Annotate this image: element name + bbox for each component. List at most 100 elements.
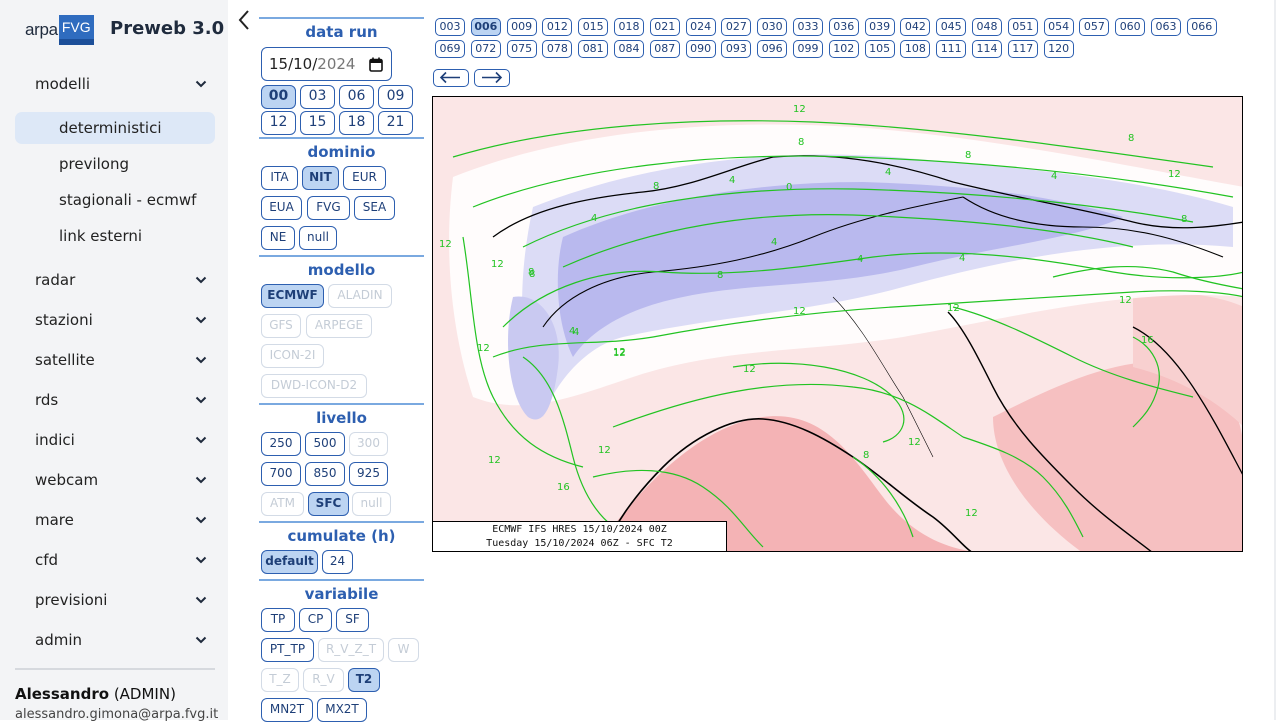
calendar-icon[interactable] [369,57,383,72]
forecast-hour-021[interactable]: 021 [649,18,680,36]
collapse-sidebar-icon[interactable] [235,8,253,32]
run-hour-21[interactable]: 21 [378,111,413,135]
model-aladin[interactable]: ALADIN [328,284,392,308]
forecast-hour-030[interactable]: 030 [757,18,788,36]
run-hour-00[interactable]: 00 [261,85,296,109]
forecast-hour-072[interactable]: 072 [470,40,501,58]
var-tp[interactable]: TP [261,608,295,632]
level-850[interactable]: 850 [305,462,345,486]
domain-null[interactable]: null [299,226,337,250]
var-t-z[interactable]: T_Z [261,668,299,692]
sidebar-item-admin[interactable]: admin [15,624,215,656]
run-hour-12[interactable]: 12 [261,111,296,135]
model-arpege[interactable]: ARPEGE [306,314,372,338]
domain-sea[interactable]: SEA [354,196,395,220]
sidebar-subitem-deterministici[interactable]: deterministici [15,112,215,144]
forecast-hour-009[interactable]: 009 [506,18,537,36]
next-forecast-button[interactable] [474,69,510,87]
var-r-v[interactable]: R_V [303,668,344,692]
level-300[interactable]: 300 [349,432,388,456]
forecast-hour-084[interactable]: 084 [614,40,644,58]
run-hour-09[interactable]: 09 [378,85,413,109]
forecast-hour-033[interactable]: 033 [793,18,823,36]
domain-nit[interactable]: NIT [302,166,339,190]
forecast-hour-066[interactable]: 066 [1186,18,1217,36]
var-cp[interactable]: CP [299,608,332,632]
forecast-hour-069[interactable]: 069 [435,40,465,58]
forecast-hour-027[interactable]: 027 [721,18,752,36]
run-hour-03[interactable]: 03 [300,85,335,109]
forecast-hour-060[interactable]: 060 [1115,18,1146,36]
run-hour-06[interactable]: 06 [339,85,374,109]
forecast-hour-015[interactable]: 015 [578,18,609,36]
run-date-input[interactable]: 15/10/2024 [261,47,392,81]
forecast-hour-006[interactable]: 006 [470,18,501,36]
forecast-hour-096[interactable]: 096 [757,40,788,58]
var-sf[interactable]: SF [336,608,369,632]
sidebar-item-webcam[interactable]: webcam [15,464,215,496]
forecast-hour-012[interactable]: 012 [542,18,573,36]
forecast-hour-051[interactable]: 051 [1007,18,1038,36]
sidebar-item-cfd[interactable]: cfd [15,544,215,576]
forecast-hour-108[interactable]: 108 [900,40,931,58]
forecast-hour-042[interactable]: 042 [900,18,931,36]
var-r-v-z-t[interactable]: R_V_Z_T [318,638,384,662]
sidebar-item-rds[interactable]: rds [15,384,215,416]
sidebar-item-stazioni[interactable]: stazioni [15,304,215,336]
scrollbar-track[interactable] [1274,0,1276,720]
forecast-hour-045[interactable]: 045 [936,18,967,36]
run-hour-15[interactable]: 15 [300,111,335,135]
model-dwd-icon-d2[interactable]: DWD-ICON-D2 [261,374,367,398]
sidebar-item-previsioni[interactable]: previsioni [15,584,215,616]
level-500[interactable]: 500 [305,432,345,456]
forecast-hour-003[interactable]: 003 [435,18,465,36]
model-gfs[interactable]: GFS [261,314,301,338]
forecast-hour-054[interactable]: 054 [1043,18,1074,36]
forecast-hour-036[interactable]: 036 [828,18,859,36]
domain-fvg[interactable]: FVG [307,196,350,220]
sidebar-item-satellite[interactable]: satellite [15,344,215,376]
var-mx2t[interactable]: MX2T [317,698,367,722]
forecast-hour-081[interactable]: 081 [578,40,609,58]
cumulate-24[interactable]: 24 [322,550,353,574]
sidebar-item-indici[interactable]: indici [15,424,215,456]
var-pt-tp[interactable]: PT_TP [261,638,314,662]
sidebar-subitem-stagionali[interactable]: stagionali - ecmwf [15,184,215,216]
forecast-hour-117[interactable]: 117 [1007,40,1038,58]
forecast-hour-114[interactable]: 114 [972,40,1002,58]
prev-forecast-button[interactable] [433,69,469,87]
forecast-hour-090[interactable]: 090 [685,40,716,58]
forecast-hour-048[interactable]: 048 [972,18,1002,36]
forecast-hour-102[interactable]: 102 [828,40,859,58]
forecast-hour-093[interactable]: 093 [721,40,752,58]
level-atm[interactable]: ATM [261,492,304,516]
domain-eua[interactable]: EUA [261,196,302,220]
cumulate-default[interactable]: default [261,550,318,574]
forecast-map[interactable]: 12 12 8 8 8 4 4 4 4 0 8 8 8 12 12 12 4 4… [432,96,1243,552]
domain-ne[interactable]: NE [261,226,295,250]
forecast-hour-078[interactable]: 078 [542,40,573,58]
arpa-fvg-logo[interactable]: arpa FVG [25,15,94,45]
level-null[interactable]: null [352,492,391,516]
level-700[interactable]: 700 [261,462,301,486]
sidebar-item-mare[interactable]: mare [15,504,215,536]
sidebar-item-radar[interactable]: radar [15,264,215,296]
var-w[interactable]: W [388,638,419,662]
domain-ita[interactable]: ITA [261,166,298,190]
forecast-hour-120[interactable]: 120 [1043,40,1074,58]
forecast-hour-111[interactable]: 111 [936,40,967,58]
forecast-hour-105[interactable]: 105 [864,40,895,58]
sidebar-subitem-previlong[interactable]: previlong [15,148,215,180]
var-t2[interactable]: T2 [348,668,380,692]
level-sfc[interactable]: SFC [308,492,349,516]
level-250[interactable]: 250 [261,432,301,456]
level-925[interactable]: 925 [349,462,388,486]
forecast-hour-087[interactable]: 087 [649,40,680,58]
forecast-hour-063[interactable]: 063 [1151,18,1181,36]
forecast-hour-018[interactable]: 018 [614,18,644,36]
forecast-hour-099[interactable]: 099 [793,40,823,58]
model-icon-2i[interactable]: ICON-2I [261,344,324,368]
forecast-hour-024[interactable]: 024 [685,18,716,36]
sidebar-subitem-link-esterni[interactable]: link esterni [15,220,215,252]
run-hour-18[interactable]: 18 [339,111,374,135]
